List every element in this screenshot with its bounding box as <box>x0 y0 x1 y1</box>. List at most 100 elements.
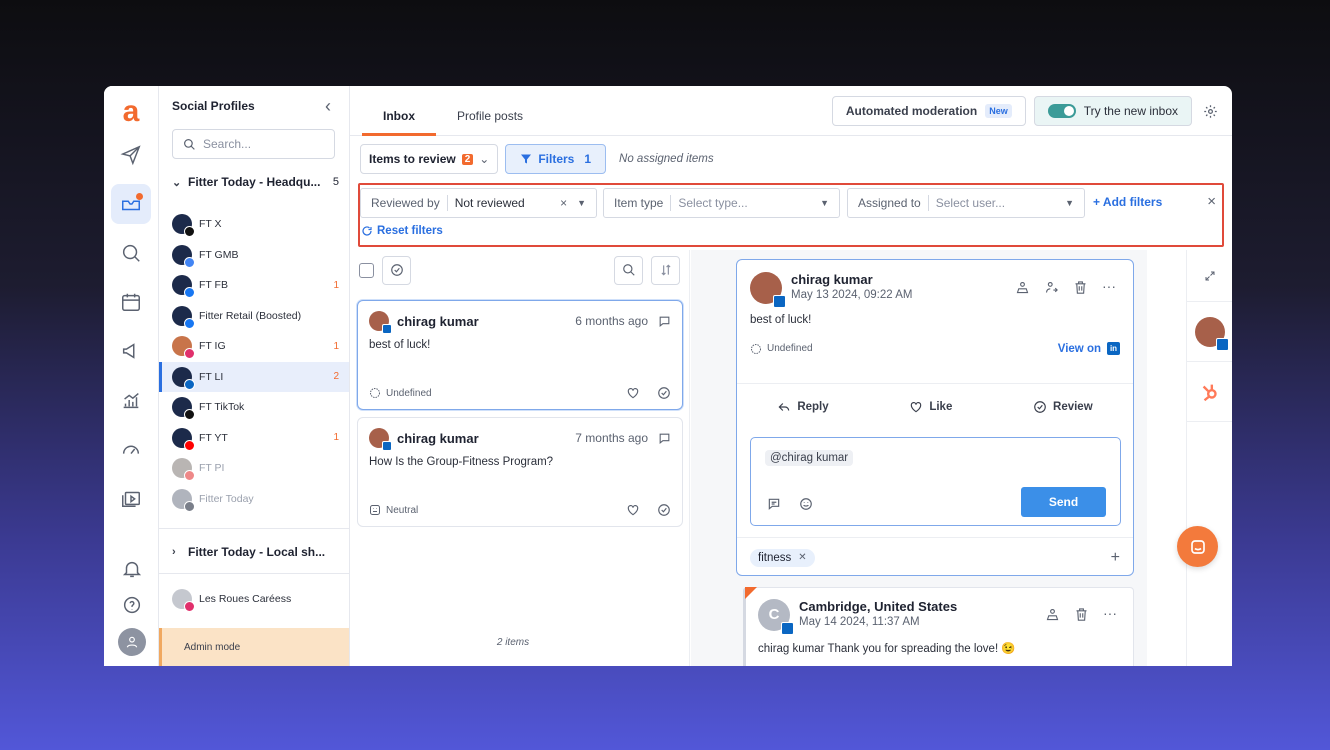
item-text: best of luck! <box>369 339 431 351</box>
agorapulse-logo[interactable]: a <box>119 97 143 127</box>
add-filters-button[interactable]: + Add filters <box>1093 195 1162 209</box>
hubspot-icon[interactable] <box>1187 362 1232 422</box>
profile-group-headquarters[interactable]: ⌄ Fitter Today - Headqu... 5 <box>159 167 349 197</box>
profile-list: FT X FT GMB FT FB 1 Fitter Retail (Boost… <box>159 209 349 514</box>
select-all-checkbox[interactable] <box>359 262 374 278</box>
sort-button[interactable] <box>651 255 680 285</box>
bell-icon[interactable] <box>112 552 152 586</box>
search-placeholder: Search... <box>203 137 252 151</box>
time-ago: 7 months ago <box>575 431 648 445</box>
profile-item-ft-tiktok[interactable]: FT TikTok <box>159 392 349 423</box>
toggle-switch[interactable] <box>1047 104 1076 118</box>
contact-avatar-button[interactable] <box>1187 302 1232 362</box>
facebook-icon <box>184 287 195 299</box>
tab-inbox[interactable]: Inbox <box>362 109 436 136</box>
item-detail-card: chirag kumar May 13 2024, 09:22 AM ··· b… <box>736 259 1134 576</box>
trash-icon[interactable] <box>1073 280 1088 295</box>
tab-profile-posts[interactable]: Profile posts <box>436 109 544 135</box>
profile-item-les-roues[interactable]: Les Roues Caréess <box>159 584 349 615</box>
advocacy-icon[interactable] <box>111 331 151 371</box>
reviewed-by-select[interactable]: Reviewed by Not reviewed × ▼ <box>360 188 597 218</box>
list-item[interactable]: chirag kumar 7 months ago How Is the Gro… <box>357 417 683 527</box>
check-circle-icon <box>390 264 403 276</box>
heart-icon[interactable] <box>626 503 640 517</box>
media-library-icon[interactable] <box>111 478 151 518</box>
saved-replies-icon[interactable] <box>767 497 781 511</box>
emoji-icon[interactable] <box>799 497 813 511</box>
calendar-icon[interactable] <box>111 282 151 322</box>
profile-avatar <box>172 589 195 613</box>
like-button[interactable]: Like <box>909 400 952 414</box>
profile-item-ft-pi[interactable]: FT PI <box>159 453 349 484</box>
view-on-linkedin-link[interactable]: View on in <box>1058 342 1120 355</box>
chat-support-icon[interactable] <box>1177 526 1218 567</box>
collapse-icon[interactable]: ‹ <box>325 96 331 117</box>
profile-group-local[interactable]: › Fitter Today - Local sh... <box>159 537 349 567</box>
gear-icon[interactable] <box>1200 101 1220 121</box>
post-text: best of luck! <box>750 314 812 326</box>
profile-item-ft-ig[interactable]: FT IG 1 <box>159 331 349 362</box>
clear-icon[interactable]: × <box>560 196 567 210</box>
profile-item-fitter-today[interactable]: Fitter Today <box>159 484 349 515</box>
reports-icon[interactable] <box>111 380 151 420</box>
chevron-down-icon: ⌄ <box>172 176 182 189</box>
profile-item-ft-x[interactable]: FT X <box>159 209 349 240</box>
mention-chip[interactable]: @chirag kumar <box>765 450 854 466</box>
profile-item-fitter-retail[interactable]: Fitter Retail (Boosted) <box>159 301 349 332</box>
profile-item-ft-fb[interactable]: FT FB 1 <box>159 270 349 301</box>
reply-editor[interactable]: @chirag kumar Send <box>750 437 1121 526</box>
commenter-avatar: C <box>758 599 794 635</box>
close-icon[interactable]: × <box>1207 193 1216 210</box>
more-icon[interactable]: ··· <box>1103 606 1117 631</box>
filters-count: 1 <box>584 152 592 166</box>
network-icon <box>184 500 195 512</box>
heart-icon[interactable] <box>626 386 640 400</box>
review-button[interactable]: Review <box>1033 400 1093 414</box>
send-button[interactable]: Send <box>1021 487 1106 517</box>
automated-moderation-label: Automated moderation <box>845 104 978 118</box>
comment-actions: ··· <box>1045 599 1121 631</box>
forward-user-icon[interactable] <box>1044 280 1059 295</box>
assign-icon[interactable] <box>1045 607 1060 622</box>
review-check-icon[interactable] <box>657 386 671 400</box>
help-icon[interactable] <box>112 588 152 622</box>
pinterest-icon <box>184 470 195 482</box>
publish-icon[interactable] <box>111 135 151 175</box>
more-icon[interactable]: ··· <box>1102 279 1116 304</box>
assigned-to-select[interactable]: Assigned to Select user... ▼ <box>847 188 1085 218</box>
profile-name: Fitter Today <box>199 492 254 505</box>
dashboard-icon[interactable] <box>111 429 151 469</box>
profile-avatar <box>172 214 195 238</box>
inbox-icon[interactable] <box>111 184 151 224</box>
automated-moderation-button[interactable]: Automated moderation New <box>831 96 1026 126</box>
add-tag-icon[interactable]: + <box>1111 549 1120 567</box>
refresh-icon <box>362 226 372 236</box>
author-name: chirag kumar <box>397 430 479 446</box>
item-type-select[interactable]: Item type Select type... ▼ <box>603 188 840 218</box>
review-check-icon[interactable] <box>657 503 671 517</box>
list-item[interactable]: chirag kumar 6 months ago best of luck! … <box>357 300 683 410</box>
expand-icon[interactable] <box>1187 250 1232 302</box>
listening-icon[interactable] <box>111 233 151 273</box>
profile-item-ft-li[interactable]: FT LI 2 <box>159 361 349 392</box>
profile-item-ft-gmb[interactable]: FT GMB <box>159 240 349 271</box>
reply-icon <box>778 402 790 411</box>
comment-icon <box>659 316 670 327</box>
search-button[interactable] <box>614 255 643 285</box>
author-name: chirag kumar <box>397 313 479 329</box>
trash-icon[interactable] <box>1074 607 1089 622</box>
reply-button[interactable]: Reply <box>777 400 829 414</box>
reset-filters-button[interactable]: Reset filters <box>361 225 443 237</box>
user-avatar[interactable] <box>117 628 146 656</box>
profile-item-ft-yt[interactable]: FT YT 1 <box>159 423 349 454</box>
profile-count: 2 <box>333 371 339 383</box>
filters-button[interactable]: Filters 1 <box>505 144 607 174</box>
notification-dot <box>136 193 143 200</box>
comment-icon <box>659 433 670 444</box>
assign-icon[interactable] <box>1015 280 1030 295</box>
mark-reviewed-button[interactable] <box>382 255 411 285</box>
try-new-inbox-toggle[interactable]: Try the new inbox <box>1033 96 1192 126</box>
profile-search-input[interactable]: Search... <box>172 129 335 159</box>
remove-tag-icon[interactable]: ✕ <box>798 552 806 563</box>
items-to-review-dropdown[interactable]: Items to review 2 ⌄ <box>360 144 499 174</box>
